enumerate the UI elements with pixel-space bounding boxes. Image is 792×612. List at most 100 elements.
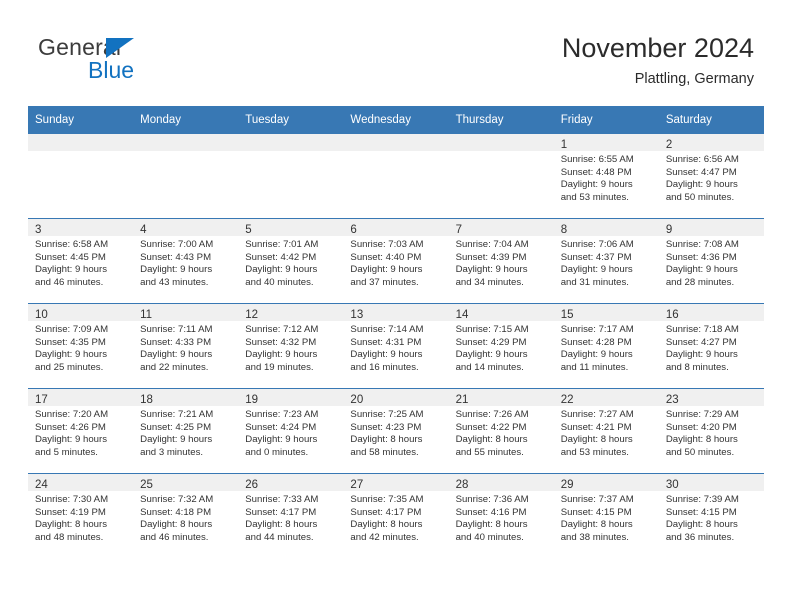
calendar-day-cell[interactable]: 7 Sunrise: 7:04 AM Sunset: 4:39 PM Daylight… xyxy=(448,218,554,304)
sunrise-time: Sunrise: 7:01 AM xyxy=(245,239,319,250)
day-number: 7 xyxy=(455,224,462,236)
sunrise-time: Sunrise: 7:21 AM xyxy=(140,409,214,420)
calendar-day-cell[interactable]: 18 Sunrise: 7:21 AM Sunset: 4:25 PM Dayligh… xyxy=(133,388,239,474)
calendar-day-cell[interactable]: 17 Sunrise: 7:20 AM Sunset: 4:26 PM Dayligh… xyxy=(28,388,134,474)
day-number: 17 xyxy=(35,394,48,406)
day-details: Sunrise: 7:21 AM Sunset: 4:25 PM Daylight:… xyxy=(133,406,238,459)
day-cell-inner: 21 Sunrise: 7:26 AM Sunset: 4:22 PM Dayligh… xyxy=(448,389,554,473)
sunset-time: Sunset: 4:32 PM xyxy=(245,336,317,348)
day-cell-inner xyxy=(343,134,449,218)
sunrise-time: Sunrise: 7:15 AM xyxy=(455,324,529,335)
calendar-day-cell[interactable]: 11 Sunrise: 7:11 AM Sunset: 4:33 PM Dayligh… xyxy=(133,303,239,389)
daylight-duration-line2: and 11 minutes. xyxy=(560,361,629,373)
day-cell-inner: 4 Sunrise: 7:00 AM Sunset: 4:43 PM Daylight… xyxy=(133,219,239,303)
day-number: 20 xyxy=(350,394,364,406)
sunrise-time: Sunrise: 7:32 AM xyxy=(140,494,214,505)
day-number: 15 xyxy=(560,309,574,321)
sunrise-time: Sunrise: 7:18 AM xyxy=(665,324,739,335)
calendar-day-cell[interactable]: 8 Sunrise: 7:06 AM Sunset: 4:37 PM Daylight… xyxy=(553,218,659,304)
day-details: Sunrise: 7:00 AM Sunset: 4:43 PM Daylight:… xyxy=(133,236,238,289)
day-details: Sunrise: 7:04 AM Sunset: 4:39 PM Daylight:… xyxy=(449,236,554,289)
sunrise-time: Sunrise: 7:30 AM xyxy=(35,494,109,505)
day-number: 26 xyxy=(245,479,259,491)
day-number: 1 xyxy=(560,139,568,151)
calendar-day-cell[interactable]: 2 Sunrise: 6:56 AM Sunset: 4:47 PM Daylight… xyxy=(658,134,764,219)
sunrise-time: Sunrise: 7:23 AM xyxy=(245,409,319,420)
calendar-day-cell[interactable]: 5 Sunrise: 7:01 AM Sunset: 4:42 PM Daylight… xyxy=(238,218,344,304)
day-details: Sunrise: 7:18 AM Sunset: 4:27 PM Daylight:… xyxy=(659,321,764,374)
sunrise-time: Sunrise: 6:56 AM xyxy=(665,154,739,165)
general-blue-logo[interactable]: General Blue xyxy=(38,34,238,90)
day-number-band: 8 xyxy=(553,219,659,236)
day-number-band: 12 xyxy=(238,304,344,321)
day-details: Sunrise: 7:01 AM Sunset: 4:42 PM Daylight:… xyxy=(238,236,343,289)
sunrise-time: Sunrise: 7:17 AM xyxy=(560,324,634,335)
calendar-day-cell[interactable]: 13 Sunrise: 7:14 AM Sunset: 4:31 PM Dayligh… xyxy=(343,303,449,389)
logo-text-blue: Blue xyxy=(88,57,135,83)
day-number-band: 17 xyxy=(28,389,134,406)
calendar-day-cell[interactable]: 21 Sunrise: 7:26 AM Sunset: 4:22 PM Dayligh… xyxy=(448,388,554,474)
sunrise-time: Sunrise: 7:39 AM xyxy=(665,494,739,505)
day-number-band: 18 xyxy=(133,389,239,406)
calendar-day-cell[interactable]: 22 Sunrise: 7:27 AM Sunset: 4:21 PM Dayligh… xyxy=(553,388,659,474)
daylight-duration-line1: Daylight: 9 hours xyxy=(350,349,423,361)
daylight-duration-line1: Daylight: 8 hours xyxy=(350,519,423,531)
day-cell-inner: 28 Sunrise: 7:36 AM Sunset: 4:16 PM Dayligh… xyxy=(448,474,554,558)
calendar-day-cell[interactable]: 30 Sunrise: 7:39 AM Sunset: 4:15 PM Dayligh… xyxy=(658,473,764,558)
calendar-day-cell[interactable]: 4 Sunrise: 7:00 AM Sunset: 4:43 PM Daylight… xyxy=(133,218,239,304)
calendar-day-cell[interactable]: 28 Sunrise: 7:36 AM Sunset: 4:16 PM Dayligh… xyxy=(448,473,554,558)
calendar-day-cell[interactable]: 1 Sunrise: 6:55 AM Sunset: 4:48 PM Daylight… xyxy=(553,134,659,219)
day-number: 14 xyxy=(455,309,469,321)
calendar-day-cell[interactable]: 26 Sunrise: 7:33 AM Sunset: 4:17 PM Dayligh… xyxy=(238,473,344,558)
sunset-time: Sunset: 4:21 PM xyxy=(560,421,632,433)
day-number-band: 5 xyxy=(238,219,344,236)
day-details: Sunrise: 7:27 AM Sunset: 4:21 PM Daylight:… xyxy=(554,406,659,459)
calendar-day-cell[interactable]: 20 Sunrise: 7:25 AM Sunset: 4:23 PM Dayligh… xyxy=(343,388,449,474)
calendar-day-cell[interactable]: 27 Sunrise: 7:35 AM Sunset: 4:17 PM Dayligh… xyxy=(343,473,449,558)
sunset-time: Sunset: 4:23 PM xyxy=(350,421,422,433)
sunrise-time: Sunrise: 7:26 AM xyxy=(455,409,529,420)
day-number-band: 23 xyxy=(658,389,764,406)
daylight-duration-line2: and 46 minutes. xyxy=(140,531,209,543)
calendar-day-cell[interactable]: 24 Sunrise: 7:30 AM Sunset: 4:19 PM Dayligh… xyxy=(28,473,134,558)
sunset-time: Sunset: 4:31 PM xyxy=(350,336,422,348)
daylight-duration-line2: and 48 minutes. xyxy=(35,531,104,543)
day-cell-inner: 19 Sunrise: 7:23 AM Sunset: 4:24 PM Dayligh… xyxy=(238,389,344,473)
calendar-day-cell[interactable]: 9 Sunrise: 7:08 AM Sunset: 4:36 PM Daylight… xyxy=(658,218,764,304)
sunrise-time: Sunrise: 7:33 AM xyxy=(245,494,319,505)
calendar-day-cell[interactable]: 19 Sunrise: 7:23 AM Sunset: 4:24 PM Dayligh… xyxy=(238,388,344,474)
calendar-day-cell[interactable]: 12 Sunrise: 7:12 AM Sunset: 4:32 PM Dayligh… xyxy=(238,303,344,389)
calendar-day-cell[interactable]: 6 Sunrise: 7:03 AM Sunset: 4:40 PM Daylight… xyxy=(343,218,449,304)
sunset-time: Sunset: 4:48 PM xyxy=(560,166,632,178)
day-cell-inner: 20 Sunrise: 7:25 AM Sunset: 4:23 PM Dayligh… xyxy=(343,389,449,473)
calendar-day-cell[interactable]: 10 Sunrise: 7:09 AM Sunset: 4:35 PM Dayligh… xyxy=(28,303,134,389)
daylight-duration-line2: and 25 minutes. xyxy=(35,361,104,373)
sunset-time: Sunset: 4:36 PM xyxy=(665,251,737,263)
day-details: Sunrise: 7:26 AM Sunset: 4:22 PM Daylight:… xyxy=(449,406,554,459)
day-details: Sunrise: 7:33 AM Sunset: 4:17 PM Daylight:… xyxy=(238,491,343,544)
day-cell-inner: 17 Sunrise: 7:20 AM Sunset: 4:26 PM Dayligh… xyxy=(28,389,134,473)
day-number: 24 xyxy=(35,479,48,491)
day-cell-inner xyxy=(448,134,554,218)
sunset-time: Sunset: 4:20 PM xyxy=(665,421,737,433)
weekday-header-thursday: Thursday xyxy=(448,106,554,134)
daylight-duration-line2: and 0 minutes. xyxy=(245,446,309,458)
day-details: Sunrise: 7:37 AM Sunset: 4:15 PM Daylight:… xyxy=(554,491,659,544)
day-details: Sunrise: 7:29 AM Sunset: 4:20 PM Daylight:… xyxy=(659,406,764,459)
sunset-time: Sunset: 4:15 PM xyxy=(560,506,632,518)
calendar-day-cell[interactable]: 15 Sunrise: 7:17 AM Sunset: 4:28 PM Dayligh… xyxy=(553,303,659,389)
day-details: Sunrise: 7:23 AM Sunset: 4:24 PM Daylight:… xyxy=(238,406,343,459)
day-number-band: 26 xyxy=(238,474,344,491)
sunset-time: Sunset: 4:33 PM xyxy=(140,336,212,348)
daylight-duration-line1: Daylight: 9 hours xyxy=(140,264,213,276)
sunset-time: Sunset: 4:45 PM xyxy=(35,251,106,263)
logo-triangle-icon xyxy=(106,38,134,58)
day-number-band: 3 xyxy=(28,219,134,236)
calendar-day-cell[interactable]: 16 Sunrise: 7:18 AM Sunset: 4:27 PM Dayligh… xyxy=(658,303,764,389)
calendar-day-cell[interactable]: 3 Sunrise: 6:58 AM Sunset: 4:45 PM Daylight… xyxy=(28,218,134,304)
calendar-day-cell[interactable]: 23 Sunrise: 7:29 AM Sunset: 4:20 PM Dayligh… xyxy=(658,388,764,474)
weekday-header-friday: Friday xyxy=(553,106,659,134)
calendar-day-cell[interactable]: 29 Sunrise: 7:37 AM Sunset: 4:15 PM Dayligh… xyxy=(553,473,659,558)
calendar-day-cell[interactable]: 25 Sunrise: 7:32 AM Sunset: 4:18 PM Dayligh… xyxy=(133,473,239,558)
calendar-day-cell[interactable]: 14 Sunrise: 7:15 AM Sunset: 4:29 PM Dayligh… xyxy=(448,303,554,389)
